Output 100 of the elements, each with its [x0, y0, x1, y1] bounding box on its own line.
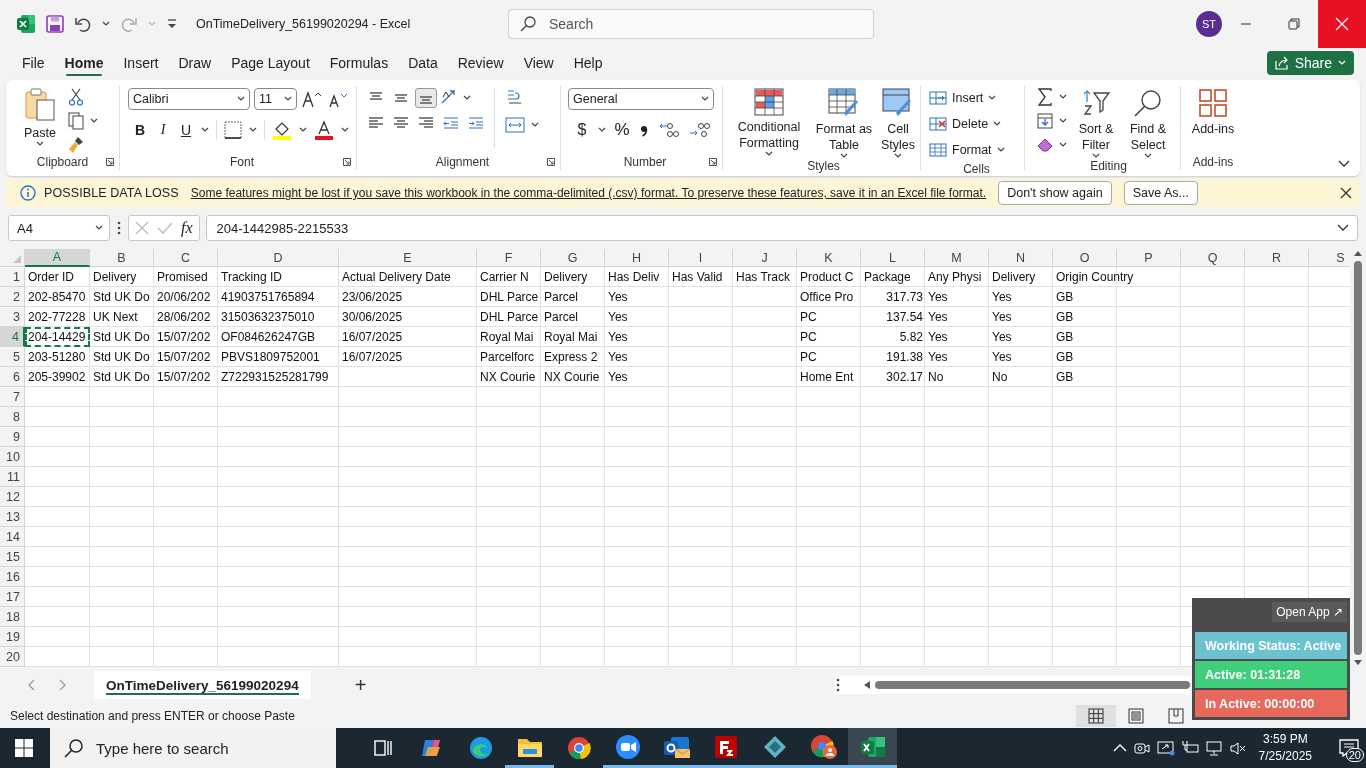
row-header[interactable]: 14 [0, 527, 25, 547]
row-header[interactable]: 3 [0, 307, 25, 327]
next-sheet-icon[interactable] [58, 679, 68, 691]
insert-cells-icon[interactable] [929, 90, 947, 106]
column-header[interactable]: L [861, 249, 925, 267]
scroll-down-icon[interactable] [1353, 659, 1363, 667]
increase-indent-icon[interactable] [468, 116, 484, 130]
caret-icon[interactable] [90, 118, 98, 124]
merge-center-icon[interactable] [505, 116, 525, 134]
row-header[interactable]: 2 [0, 287, 25, 307]
styles-button[interactable]: Format as Table [811, 88, 877, 159]
column-header[interactable]: B [90, 249, 154, 267]
clock-date[interactable]: 7/25/2025 [1258, 748, 1312, 765]
close-icon[interactable] [1340, 187, 1352, 199]
account-avatar[interactable]: ST [1196, 11, 1222, 37]
column-header[interactable]: F [477, 249, 541, 267]
caret-icon[interactable] [237, 96, 245, 102]
more-options-icon[interactable] [116, 220, 122, 236]
row-header[interactable]: 11 [0, 467, 25, 487]
format-cells-icon[interactable] [929, 142, 947, 158]
percent-button[interactable]: % [614, 120, 630, 140]
camera-icon[interactable] [1132, 740, 1151, 756]
ribbon-tab[interactable]: Formulas [320, 50, 398, 76]
table-highlight-icon[interactable] [754, 88, 784, 116]
column-header[interactable]: M [925, 249, 989, 267]
muted-speaker-icon[interactable] [1228, 740, 1247, 756]
dialog-launcher-icon[interactable] [547, 158, 555, 166]
cell-brush-icon[interactable] [882, 88, 914, 118]
ribbon-tab[interactable]: View [514, 50, 563, 76]
ribbon-tab[interactable]: Page Layout [222, 50, 319, 76]
mail-icon[interactable] [662, 734, 691, 759]
align-center-icon[interactable] [393, 116, 409, 130]
decrease-decimal-icon[interactable] [688, 121, 710, 139]
row-header[interactable]: 10 [0, 447, 25, 467]
caret-icon[interactable] [341, 127, 349, 133]
search-field[interactable]: Search [508, 9, 874, 39]
scrollbar-thumb[interactable] [1354, 261, 1362, 655]
row-header[interactable]: 12 [0, 487, 25, 507]
column-header[interactable]: S [1309, 249, 1350, 267]
insert-function-button[interactable]: fx [181, 219, 193, 237]
column-header[interactable]: R [1245, 249, 1309, 267]
ribbon-tab[interactable]: Home [55, 50, 113, 76]
eraser-icon[interactable] [1037, 136, 1053, 154]
dialog-launcher-icon[interactable] [709, 158, 717, 166]
message-button[interactable]: Save As... [1123, 181, 1198, 205]
column-header[interactable]: C [154, 249, 218, 267]
row-header[interactable]: 18 [0, 607, 25, 627]
row-header[interactable]: 1 [0, 267, 25, 287]
decrease-indent-icon[interactable] [443, 116, 459, 130]
currency-button[interactable]: $ [574, 121, 590, 139]
row-header[interactable]: 8 [0, 407, 25, 427]
row-header[interactable]: 13 [0, 507, 25, 527]
editing-button[interactable]: Find & Select [1125, 88, 1171, 159]
normal-view-icon[interactable] [1088, 707, 1104, 724]
caret-icon[interactable] [701, 96, 709, 102]
round-app-icon[interactable] [614, 733, 641, 760]
scroll-left-icon[interactable] [863, 680, 871, 690]
page-layout-icon[interactable] [1128, 707, 1144, 724]
row-header[interactable]: 15 [0, 547, 25, 567]
ribbon-tab[interactable]: Help [564, 50, 612, 76]
caret-icon[interactable] [765, 151, 773, 157]
styles-button[interactable]: Conditional Formatting [727, 88, 811, 157]
row-header[interactable]: 6 [0, 367, 25, 387]
fill-down-icon[interactable] [1037, 112, 1053, 130]
scrollbar-thumb[interactable] [875, 681, 1190, 689]
dialog-launcher-icon[interactable] [343, 158, 351, 166]
column-header[interactable]: E [339, 249, 477, 267]
ribbon-tab[interactable]: Review [448, 50, 513, 76]
column-header[interactable]: G [541, 249, 605, 267]
column-header[interactable]: D [218, 249, 339, 267]
ribbon-tab[interactable]: Data [399, 50, 447, 76]
collapse-ribbon-icon[interactable] [1338, 160, 1350, 168]
clock-time[interactable]: 3:59 PM [1262, 731, 1308, 748]
caret-icon[interactable] [840, 153, 848, 159]
fill-color-icon[interactable] [272, 120, 292, 140]
caret-icon[interactable] [201, 127, 209, 133]
undo-icon[interactable] [74, 15, 92, 33]
taskbar-search-field[interactable]: Type here to search [50, 728, 336, 768]
more-options-icon[interactable] [835, 677, 841, 693]
message-button[interactable]: Don't show again [998, 181, 1112, 205]
battery-plug-icon[interactable] [1180, 740, 1199, 756]
caret-icon[interactable] [1092, 153, 1100, 159]
grow-font-icon[interactable] [301, 90, 323, 108]
font-color-icon[interactable] [314, 120, 334, 140]
search-icon[interactable] [1133, 88, 1163, 118]
caret-icon[interactable] [102, 21, 110, 27]
share-button[interactable]: Share [1266, 51, 1354, 75]
open-app-button[interactable]: Open App ↗ [1272, 602, 1347, 622]
copy-icon[interactable] [68, 112, 84, 130]
cells-button[interactable]: Insert [929, 86, 997, 110]
row-header[interactable]: 19 [0, 627, 25, 647]
caret-icon[interactable] [996, 147, 1005, 153]
dialog-launcher-icon[interactable] [106, 158, 114, 166]
increase-decimal-icon[interactable] [658, 121, 680, 139]
column-header[interactable]: K [797, 249, 861, 267]
name-box[interactable]: A4 [8, 215, 110, 241]
caret-icon[interactable] [1059, 118, 1067, 124]
ribbon-tab[interactable]: File [13, 50, 54, 76]
column-header[interactable]: I [669, 249, 733, 267]
cells-button[interactable]: Format [929, 138, 1005, 162]
